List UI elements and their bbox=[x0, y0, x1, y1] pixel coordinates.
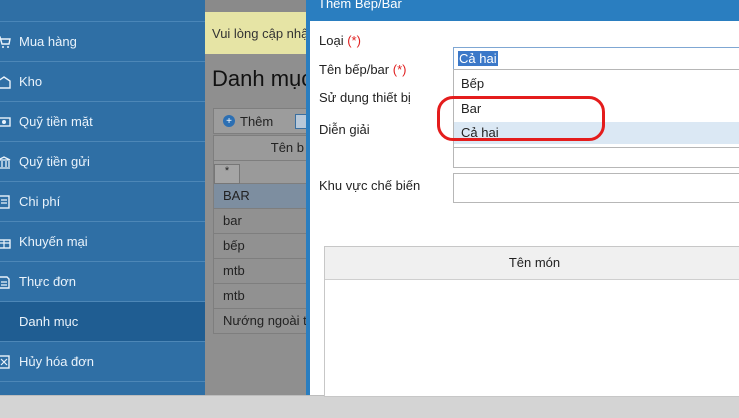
expense-icon bbox=[0, 194, 11, 209]
bottom-status-bar bbox=[0, 395, 739, 418]
type-select-value: Cả hai bbox=[458, 51, 498, 66]
type-label-text: Loại bbox=[319, 33, 344, 48]
sidebar-item-label: Quỹ tiền mặt bbox=[19, 114, 93, 129]
toolbar: + Thêm bbox=[213, 108, 315, 134]
sidebar-item-label: Chi phí bbox=[19, 194, 61, 209]
add-kitchen-bar-dialog: Thêm Bếp/Bar Loại (*) Cả hai Tên bếp/bar… bbox=[306, 0, 739, 397]
sidebar-item-quy-tien-mat[interactable]: Quỹ tiền mặt bbox=[0, 102, 205, 142]
required-mark: (*) bbox=[392, 62, 407, 77]
type-select[interactable]: Cả hai bbox=[453, 47, 739, 71]
annotation-highlight bbox=[437, 96, 605, 141]
menu-column-header[interactable]: Tên món bbox=[325, 247, 739, 280]
table-row[interactable]: mtb bbox=[213, 284, 313, 309]
sidebar-item-label: Khuyến mại bbox=[19, 234, 88, 249]
dialog-content: Loại (*) Cả hai Tên bếp/bar (*) Sử dụng … bbox=[310, 21, 739, 397]
table-row[interactable]: bếp bbox=[213, 234, 313, 259]
type-label: Loại (*) bbox=[319, 33, 361, 48]
page-title: Danh mục bbox=[212, 66, 313, 91]
cancel-invoice-icon bbox=[0, 354, 11, 369]
table-row[interactable]: BAR bbox=[213, 184, 313, 209]
filter-cell[interactable]: * bbox=[214, 164, 240, 184]
sidebar-top bbox=[0, 0, 205, 22]
grid-filter-row: * bbox=[213, 161, 313, 184]
menu-book-icon bbox=[0, 275, 11, 289]
gift-icon bbox=[0, 235, 11, 249]
sidebar-item-label: Quỹ tiền gửi bbox=[19, 154, 90, 169]
table-row[interactable]: Nướng ngoài trời bbox=[213, 309, 313, 334]
sidebar-item-huy-hoa-don[interactable]: Hủy hóa đơn bbox=[0, 342, 205, 382]
sidebar-item-label: Kho bbox=[19, 74, 43, 89]
table-row[interactable]: bar bbox=[213, 209, 313, 234]
cash-icon bbox=[0, 115, 11, 129]
table-row[interactable]: mtb bbox=[213, 259, 313, 284]
sidebar-item-mua-hang[interactable]: Mua hàng bbox=[0, 22, 205, 62]
sidebar-item-danh-muc[interactable]: Danh mục bbox=[0, 302, 205, 342]
processing-area-label: Khu vực chế biến bbox=[319, 178, 421, 193]
processing-area-input[interactable] bbox=[453, 173, 739, 203]
sidebar-item-label: Thực đơn bbox=[19, 274, 76, 289]
dialog-titlebar[interactable]: Thêm Bếp/Bar bbox=[310, 0, 739, 21]
notice-banner: Vui lòng cập nhật bbox=[205, 12, 322, 54]
category-grid: Tên b * BAR bar bếp mtb mtb Nướng ngoài … bbox=[213, 135, 313, 334]
sidebar-item-thuc-don[interactable]: Thực đơn bbox=[0, 262, 205, 302]
sidebar-item-chi-phi[interactable]: Chi phí bbox=[0, 182, 205, 222]
sidebar-item-khuyen-mai[interactable]: Khuyến mại bbox=[0, 222, 205, 262]
sidebar-item-quy-tien-gui[interactable]: Quỹ tiền gửi bbox=[0, 142, 205, 182]
warehouse-icon bbox=[0, 75, 11, 89]
option-bep[interactable]: Bếp bbox=[454, 73, 739, 95]
device-label: Sử dụng thiết bị bbox=[319, 90, 411, 105]
name-label-text: Tên bếp/bar bbox=[319, 62, 390, 77]
description-label: Diễn giải bbox=[319, 122, 370, 137]
sidebar-item-label: Mua hàng bbox=[19, 34, 77, 49]
menu-items-table: Tên món bbox=[324, 246, 739, 397]
required-mark: (*) bbox=[347, 33, 361, 48]
dialog-title: Thêm Bếp/Bar bbox=[318, 0, 402, 11]
sidebar-item-label: Hủy hóa đơn bbox=[19, 354, 95, 369]
bank-icon bbox=[0, 155, 11, 169]
add-icon: + bbox=[223, 115, 235, 127]
name-label: Tên bếp/bar (*) bbox=[319, 62, 406, 77]
sidebar-item-label: Danh mục bbox=[19, 314, 79, 329]
grid-header[interactable]: Tên b bbox=[213, 135, 313, 161]
add-button[interactable]: Thêm bbox=[240, 114, 273, 129]
category-icon bbox=[0, 315, 11, 329]
sidebar-item-kho[interactable]: Kho bbox=[0, 62, 205, 102]
cart-icon bbox=[0, 35, 11, 49]
